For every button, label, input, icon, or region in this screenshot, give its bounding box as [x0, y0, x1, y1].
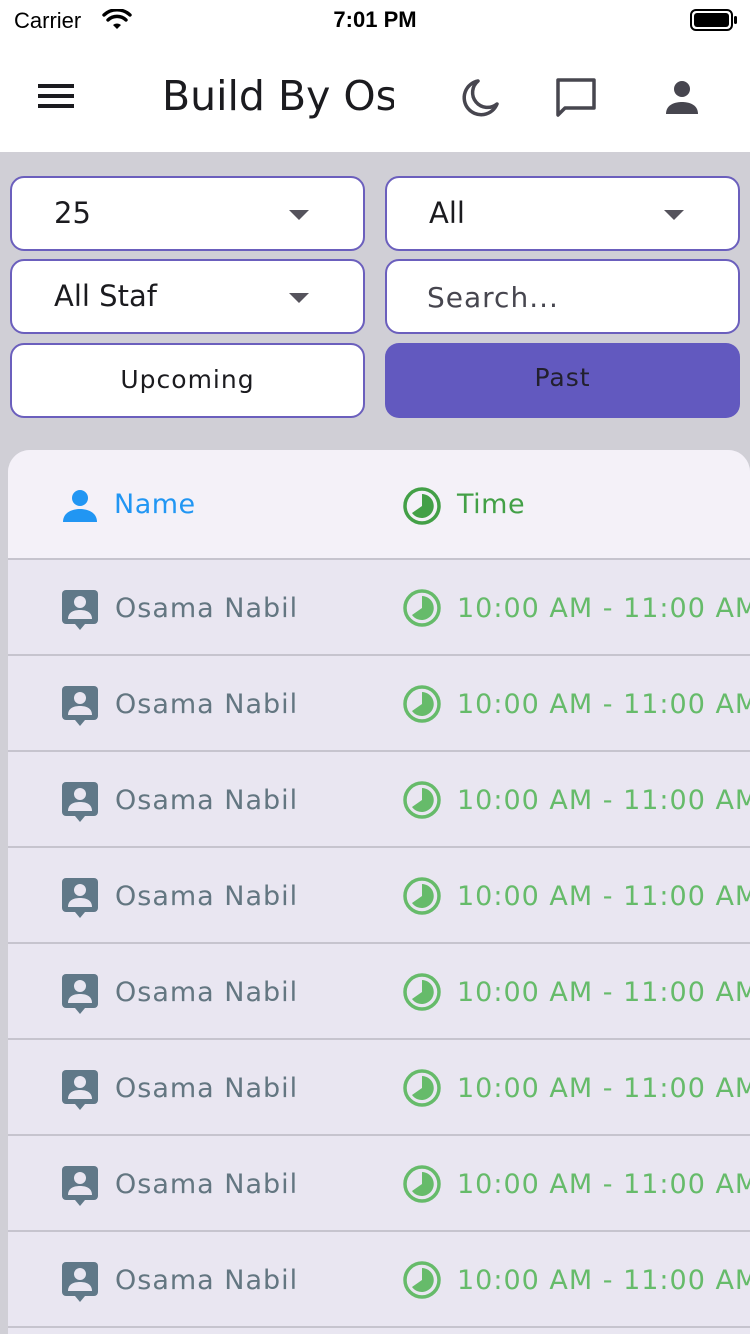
search-input[interactable] [427, 275, 727, 319]
row-name: Osama Nabil [115, 977, 299, 1008]
person-icon [63, 490, 97, 522]
row-time: 10:00 AM - 11:00 AM [457, 977, 750, 1008]
chevron-down-icon [289, 293, 309, 303]
table-row[interactable]: Osama Nabil 10:00 AM - 11:00 AM [8, 560, 750, 656]
row-name: Osama Nabil [115, 1169, 299, 1200]
staff-value: All Staf [54, 279, 157, 313]
row-time: 10:00 AM - 11:00 AM [457, 593, 750, 624]
moon-icon[interactable] [456, 74, 504, 122]
contact-icon [62, 1070, 98, 1110]
contact-icon [62, 782, 98, 822]
contact-icon [62, 686, 98, 726]
clock-icon [403, 973, 441, 1011]
row-name: Osama Nabil [115, 689, 299, 720]
clock-icon [403, 781, 441, 819]
contact-icon [62, 1166, 98, 1206]
clock-icon [403, 685, 441, 723]
past-button[interactable]: Past [385, 343, 740, 418]
table-row[interactable]: Osama Nabil 10:00 AM - 11:00 AM [8, 656, 750, 752]
contact-icon [62, 1262, 98, 1302]
person-icon[interactable] [658, 74, 706, 122]
contact-icon [62, 878, 98, 918]
row-time: 10:00 AM - 11:00 AM [457, 1073, 750, 1104]
status-value: All [429, 196, 465, 230]
row-name: Osama Nabil [115, 881, 299, 912]
row-name: Osama Nabil [115, 593, 299, 624]
column-header-time[interactable]: Time [457, 489, 525, 520]
row-time: 10:00 AM - 11:00 AM [457, 1265, 750, 1296]
page-size-value: 25 [54, 196, 91, 230]
table-row[interactable]: Osama Nabil 10:00 AM - 11:00 AM [8, 1232, 750, 1328]
row-time: 10:00 AM - 11:00 AM [457, 1169, 750, 1200]
staff-dropdown[interactable]: All Staf [10, 259, 365, 334]
contact-icon [62, 974, 98, 1014]
battery-icon [690, 9, 737, 31]
table-header: Name Time [8, 450, 750, 560]
appointments-table: Name Time Osama Nabil 10:00 AM - 11:00 AM… [8, 450, 750, 1334]
table-row[interactable]: Osama Nabil 10:00 AM - 11:00 AM [8, 944, 750, 1040]
contact-icon [62, 590, 98, 630]
clock-icon [403, 1069, 441, 1107]
table-row[interactable]: Osama Nabil 10:00 AM - 11:00 AM [8, 752, 750, 848]
clock-icon [403, 1261, 441, 1299]
status-dropdown[interactable]: All [385, 176, 740, 251]
search-field[interactable] [385, 259, 740, 334]
row-name: Osama Nabil [115, 1265, 299, 1296]
app-bar: Build By Osama [0, 44, 750, 152]
table-row[interactable]: Osama Nabil 10:00 AM - 11:00 AM [8, 1136, 750, 1232]
row-name: Osama Nabil [115, 1073, 299, 1104]
app-title: Build By Osama [162, 72, 394, 120]
row-time: 10:00 AM - 11:00 AM [457, 785, 750, 816]
clock-time: 7:01 PM [333, 7, 417, 32]
clock-icon [403, 1165, 441, 1203]
row-time: 10:00 AM - 11:00 AM [457, 689, 750, 720]
row-time: 10:00 AM - 11:00 AM [457, 881, 750, 912]
clock-icon [403, 589, 441, 627]
row-name: Osama Nabil [115, 785, 299, 816]
status-bar: Carrier 7:01 PM [0, 0, 750, 44]
table-row[interactable]: Osama Nabil 10:00 AM - 11:00 AM [8, 1040, 750, 1136]
chat-icon[interactable] [552, 74, 600, 122]
table-body: Osama Nabil 10:00 AM - 11:00 AM Osama Nabi… [8, 560, 750, 1328]
clock-icon [403, 487, 441, 525]
chevron-down-icon [289, 210, 309, 220]
page-size-dropdown[interactable]: 25 [10, 176, 365, 251]
menu-icon[interactable] [36, 80, 76, 112]
chevron-down-icon [664, 210, 684, 220]
column-header-name[interactable]: Name [114, 489, 196, 520]
clock-icon [403, 877, 441, 915]
table-row[interactable]: Osama Nabil 10:00 AM - 11:00 AM [8, 848, 750, 944]
upcoming-button[interactable]: Upcoming [10, 343, 365, 418]
